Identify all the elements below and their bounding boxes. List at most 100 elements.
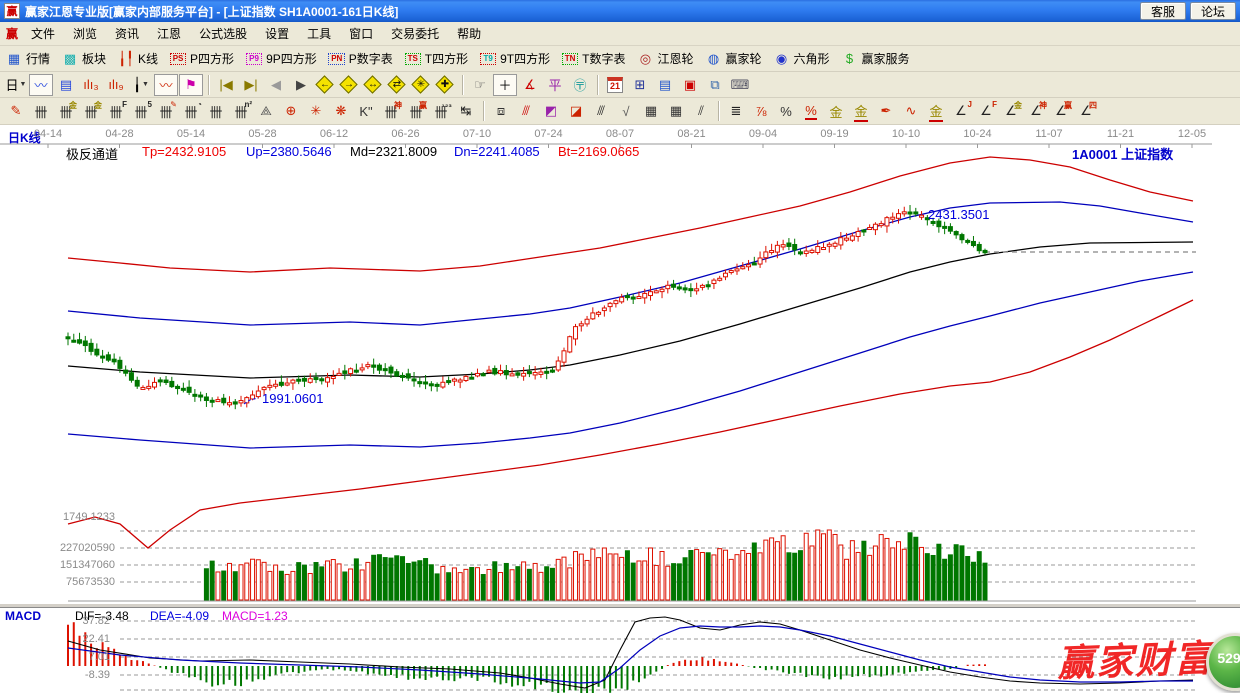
menu-item-0[interactable]: 文件 [22, 22, 64, 45]
red-starburst-icon[interactable]: ✳ [304, 100, 328, 122]
price-scale-icon[interactable]: ≣ [724, 100, 748, 122]
hand-tool-icon[interactable]: ☞ [468, 74, 492, 96]
purple-fan-box-icon[interactable]: ◩ [539, 100, 563, 122]
p-number-table-button[interactable]: PNP数字表 [327, 50, 401, 68]
percent-underline-icon[interactable]: % [799, 100, 823, 122]
menu-item-9[interactable]: 帮助 [448, 22, 490, 45]
ruler-spiral-icon[interactable]: 卌5 [129, 100, 153, 122]
box-tool-icon[interactable]: ⧈ [489, 100, 513, 122]
grid-box2-icon[interactable]: ▦ [664, 100, 688, 122]
menu-item-6[interactable]: 工具 [298, 22, 340, 45]
menu-item-4[interactable]: 公式选股 [190, 22, 256, 45]
ruler-n2-icon[interactable]: 卌n² [229, 100, 253, 122]
ruler-shen-icon[interactable]: 卌神 [379, 100, 403, 122]
volume-axis-label: 151347060 [0, 559, 115, 571]
ruler-gold2-icon[interactable]: 卌金 [79, 100, 103, 122]
angle-mirror-icon[interactable]: ⟁ [254, 100, 278, 122]
sector-blocks-button[interactable]: ▩板块 [60, 50, 114, 68]
k-quote-icon[interactable]: K" [354, 100, 378, 122]
expand-all-diamond[interactable]: ✚ [434, 74, 456, 96]
ruler-ying-icon[interactable]: 卌赢 [404, 100, 428, 122]
gold-underline-icon[interactable]: 金 [849, 100, 873, 122]
gann-pen-icon[interactable]: ✎ [4, 100, 28, 122]
pen-dollar-icon[interactable]: ✒ [874, 100, 898, 122]
menu-item-1[interactable]: 浏览 [64, 22, 106, 45]
ruler-span-icon[interactable]: ↹ [454, 100, 478, 122]
percent7-icon[interactable]: ⅞ [749, 100, 773, 122]
merge-9-bars-icon[interactable]: ılı₉ [104, 74, 128, 96]
printer-pc-icon[interactable]: ⌨ [728, 74, 752, 96]
save-view-icon[interactable]: ▣ [678, 74, 702, 96]
angle-f-icon[interactable]: ∠F [974, 100, 998, 122]
flag-chart-icon[interactable]: ⚑ [179, 74, 203, 96]
merge-3-bars-icon[interactable]: ılı₃ [79, 74, 103, 96]
ruler-dense-icon[interactable]: 卌 [204, 100, 228, 122]
angle-j-icon[interactable]: ∠J [949, 100, 973, 122]
shift-right-diamond[interactable]: → [338, 74, 360, 96]
ruler-gold1-icon[interactable]: 卌金 [54, 100, 78, 122]
parallel-lines-icon[interactable]: ⫽ [689, 100, 713, 122]
dragon-tool-icon[interactable]: 〶 [568, 74, 592, 96]
gann-wheel-button[interactable]: ◎江恩轮 [635, 50, 701, 68]
pane-splitter[interactable] [0, 603, 1240, 608]
purple-gann-tool-icon[interactable]: 平 [543, 74, 567, 96]
9t-square-button[interactable]: T99T四方形 [478, 50, 558, 68]
t-square-button[interactable]: TST四方形 [403, 50, 476, 68]
9p-square-button[interactable]: P99P四方形 [244, 50, 325, 68]
info-panel-icon[interactable]: ▤ [54, 74, 78, 96]
notes-icon[interactable]: ▤ [653, 74, 677, 96]
grid-box1-icon[interactable]: ▦ [639, 100, 663, 122]
menu-item-2[interactable]: 资讯 [106, 22, 148, 45]
ruler-f-icon[interactable]: 卌F [104, 100, 128, 122]
prev-page-icon[interactable]: ◀ [264, 74, 288, 96]
toolbar-separator [208, 75, 210, 95]
angle-gold-icon[interactable]: ∠金 [999, 100, 1023, 122]
red-zigzag-icon[interactable]: 〰 [154, 74, 178, 96]
expand-h-diamond[interactable]: ↔ [362, 74, 384, 96]
gold-red-underline-icon[interactable]: 金 [924, 100, 948, 122]
percent-icon[interactable]: % [774, 100, 798, 122]
red-target-icon[interactable]: ⊕ [279, 100, 303, 122]
menu-item-5[interactable]: 设置 [256, 22, 298, 45]
forum-button[interactable]: 论坛 [1190, 2, 1236, 20]
calendar-icon[interactable]: 21 [603, 74, 627, 96]
ruler-123-icon[interactable]: 卌₁₂₃ [429, 100, 453, 122]
kline-candle-button[interactable]: ╽╿K线 [116, 50, 166, 68]
shift-left-diamond[interactable]: ← [314, 74, 336, 96]
compress-h-diamond[interactable]: ⇄ [386, 74, 408, 96]
first-page-icon[interactable]: |◀ [214, 74, 238, 96]
red-fan-icon[interactable]: ⫻ [514, 100, 538, 122]
thin-candle-dropdown[interactable]: ╽▼ [129, 74, 153, 96]
black-fan-icon[interactable]: ⫻ [589, 100, 613, 122]
compress-v-diamond[interactable]: ✳ [410, 74, 432, 96]
gold-circle-icon[interactable]: 金 [824, 100, 848, 122]
calculator-icon[interactable]: ⊞ [628, 74, 652, 96]
menu-item-3[interactable]: 江恩 [148, 22, 190, 45]
zigzag-trend-icon[interactable]: 〰 [29, 74, 53, 96]
last-page-icon[interactable]: ▶| [239, 74, 263, 96]
quotes-grid-button[interactable]: ▦行情 [4, 50, 58, 68]
dollar-service-button[interactable]: $赢家服务 [840, 50, 918, 68]
red-web-icon[interactable]: ❋ [329, 100, 353, 122]
winner-wheel-button[interactable]: ◍赢家轮 [703, 50, 769, 68]
angle-si-icon[interactable]: ∠四 [1074, 100, 1098, 122]
crosshair-tool-icon[interactable]: ＋ [493, 74, 517, 96]
check-lines-icon[interactable]: √ [614, 100, 638, 122]
angle-ying-icon[interactable]: ∠赢 [1049, 100, 1073, 122]
next-page-icon[interactable]: ▶ [289, 74, 313, 96]
t-number-table-button[interactable]: TNT数字表 [560, 50, 633, 68]
angle-shen-icon[interactable]: ∠神 [1024, 100, 1048, 122]
ruler-plain-icon[interactable]: 卌 [29, 100, 53, 122]
ruler-pen-icon[interactable]: 卌✎ [154, 100, 178, 122]
customer-service-button[interactable]: 客服 [1140, 2, 1186, 20]
angle-measure-icon[interactable]: ∡ [518, 74, 542, 96]
red-wave-icon[interactable]: ∿ [899, 100, 923, 122]
red-fan-box-icon[interactable]: ◪ [564, 100, 588, 122]
candle-style-dropdown[interactable]: 日▼ [4, 74, 28, 96]
network-pc-icon[interactable]: ⧉ [703, 74, 727, 96]
ruler-clock-icon[interactable]: 卌◔ [179, 100, 203, 122]
p-square-button[interactable]: PSP四方形 [168, 50, 242, 68]
hexagon-button[interactable]: ◉六角形 [772, 50, 838, 68]
menu-item-7[interactable]: 窗口 [340, 22, 382, 45]
menu-item-8[interactable]: 交易委托 [382, 22, 448, 45]
